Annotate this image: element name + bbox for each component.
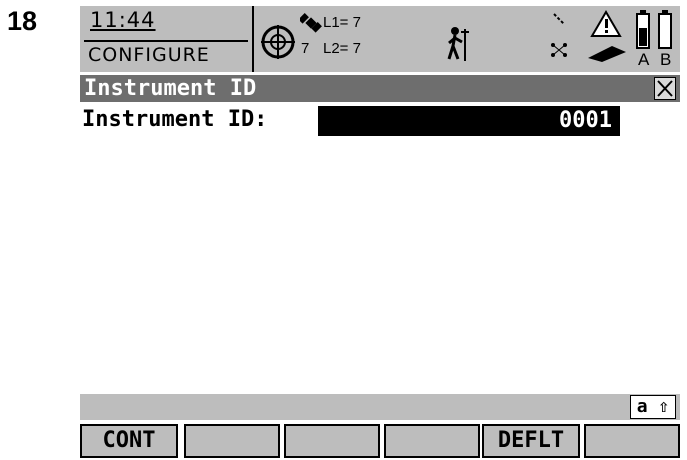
fkey-f4[interactable] xyxy=(384,424,480,458)
crosshair-icon xyxy=(261,25,295,59)
status-bar: 11:44 CONFIGURE 7 L1= 7 L2= 7 A B xyxy=(80,6,680,72)
figure-number: 18 xyxy=(7,6,38,36)
input-mode-bar: a ⇧ xyxy=(80,394,680,420)
instrument-id-label: Instrument ID: xyxy=(82,107,268,132)
surveyor-icon xyxy=(447,27,469,61)
memory-card-icon xyxy=(588,46,626,62)
satellite-count: 7 xyxy=(301,40,310,57)
clock-time: 11:44 xyxy=(90,8,156,32)
fkey-f3[interactable] xyxy=(284,424,380,458)
battery-b-icon xyxy=(658,10,672,49)
close-button[interactable] xyxy=(654,77,676,100)
satellite-icon xyxy=(300,13,322,33)
link-icon xyxy=(553,13,565,25)
status-divider xyxy=(252,6,254,72)
warning-icon xyxy=(590,10,622,37)
network-icon xyxy=(551,43,567,57)
input-mode-indicator: a ⇧ xyxy=(630,395,676,419)
fkey-f2[interactable] xyxy=(184,424,280,458)
mode-label: CONFIGURE xyxy=(88,44,210,66)
l1-satellites: L1= 7 xyxy=(323,14,361,31)
battery-b-label: B xyxy=(660,50,672,69)
l2-satellites: L2= 7 xyxy=(323,40,361,57)
fkey-f1-cont[interactable]: CONT xyxy=(80,424,178,458)
function-keys: CONT DEFLT xyxy=(80,424,680,458)
dialog-title: Instrument ID xyxy=(84,76,257,101)
close-icon xyxy=(657,80,673,97)
mode-divider xyxy=(84,40,248,42)
battery-a-label: A xyxy=(638,50,650,69)
instrument-id-field[interactable]: 0001 xyxy=(318,106,620,136)
dialog-title-bar: Instrument ID xyxy=(80,75,680,102)
battery-a-icon xyxy=(636,10,650,49)
fkey-f5-deflt[interactable]: DEFLT xyxy=(482,424,580,458)
fkey-f6[interactable] xyxy=(584,424,680,458)
